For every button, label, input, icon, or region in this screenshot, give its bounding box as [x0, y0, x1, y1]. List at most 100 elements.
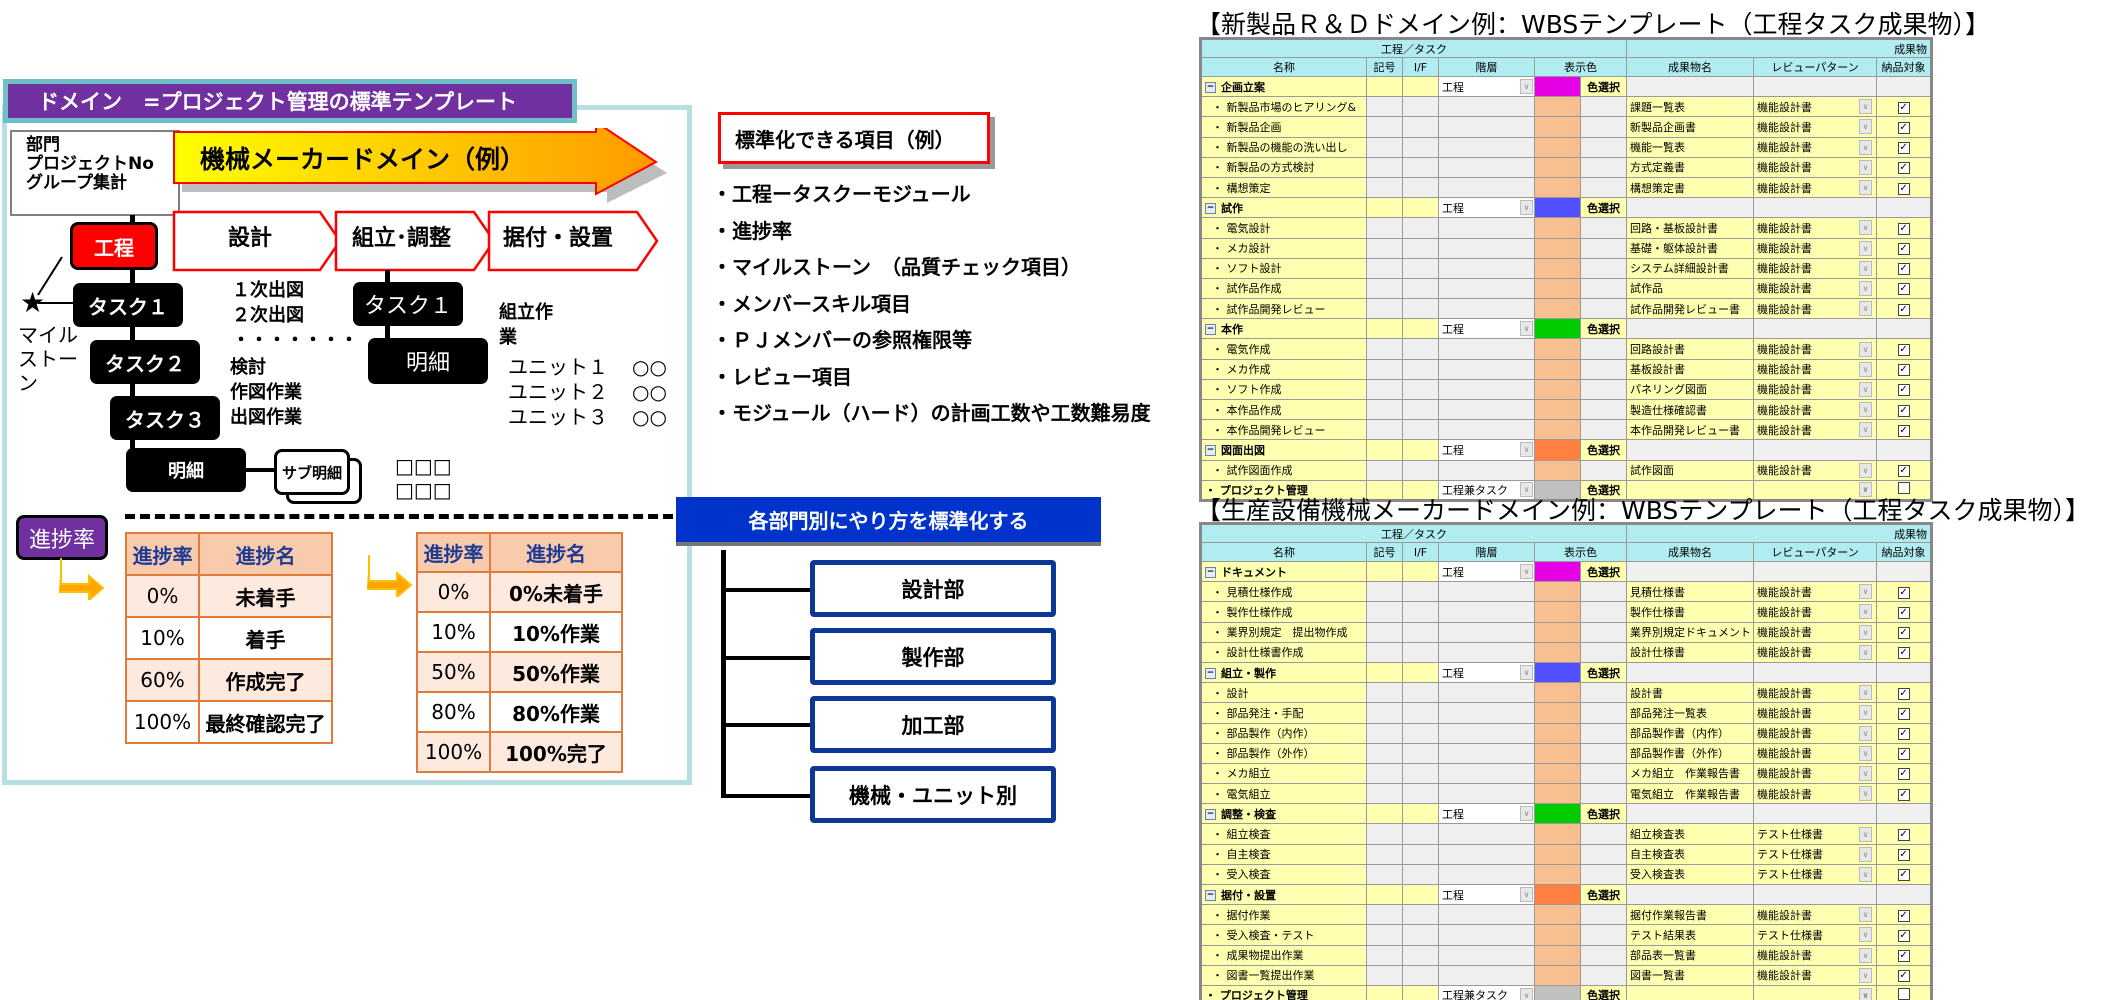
if-cell[interactable]	[1402, 984, 1439, 1000]
deliverable-name[interactable]: 試作図面	[1626, 459, 1755, 481]
review-pattern-cell[interactable]: 機能設計書 ∨	[1753, 277, 1878, 300]
symbol-cell[interactable]	[1366, 136, 1403, 158]
review-pattern-select[interactable]: テスト仕様書 ∨	[1757, 866, 1873, 882]
review-pattern-cell[interactable]: 機能設計書 ∨	[1753, 136, 1878, 158]
process-row[interactable]: ・ プロジェクト管理 工程兼タスク ∨ 色選択 ∨	[1200, 984, 1933, 1000]
symbol-cell[interactable]	[1366, 883, 1403, 906]
deliverable-name[interactable]: 回路設計書	[1626, 338, 1755, 360]
task-row[interactable]: ・ 業界別規定 提出物作成 業界別規定ドキュメント 機能設計書 ∨ ✓	[1200, 621, 1933, 643]
task-row[interactable]: ・ 成果物提出作業 部品表一覧書 機能設計書 ∨ ✓	[1200, 944, 1933, 966]
if-cell[interactable]	[1402, 237, 1439, 259]
review-pattern-cell[interactable]: 機能設計書 ∨	[1753, 419, 1878, 441]
if-cell[interactable]	[1402, 197, 1439, 219]
symbol-cell[interactable]	[1366, 762, 1403, 785]
task-row[interactable]: ・ 据付作業 据付作業報告書 機能設計書 ∨ ✓	[1200, 904, 1933, 926]
symbol-cell[interactable]	[1366, 419, 1403, 441]
symbol-cell[interactable]	[1366, 581, 1403, 603]
review-pattern-cell[interactable]: テスト仕様書 ∨	[1753, 924, 1878, 946]
if-cell[interactable]	[1402, 924, 1439, 946]
level-select[interactable]: 工程 ∨	[1439, 198, 1534, 217]
review-pattern-cell[interactable]: 機能設計書 ∨	[1753, 702, 1878, 724]
review-pattern-select[interactable]: 機能設計書 ∨	[1757, 745, 1873, 761]
review-pattern-cell[interactable]: ∨	[1753, 984, 1878, 1000]
review-pattern-select[interactable]: 機能設計書 ∨	[1757, 584, 1873, 600]
if-cell[interactable]	[1402, 298, 1439, 320]
deliverable-name[interactable]: 部品製作書（内作）	[1626, 722, 1755, 744]
process-row[interactable]: − 組立・製作 工程 ∨ 色選択	[1200, 661, 1933, 684]
chevron-down-icon[interactable]: ∨	[1859, 866, 1873, 882]
task-row[interactable]: ・ 新製品企画 新製品企画書 機能設計書 ∨ ✓	[1200, 116, 1933, 138]
task-row[interactable]: ・ 受入検査・テスト テスト結果表 テスト仕様書 ∨ ✓	[1200, 924, 1933, 946]
chevron-down-icon[interactable]: ∨	[1859, 119, 1873, 135]
checkbox-checked[interactable]: ✓	[1897, 243, 1910, 256]
if-cell[interactable]	[1402, 863, 1439, 886]
deliverable-name[interactable]: 試作品開発レビュー書	[1626, 298, 1755, 320]
process-row[interactable]: − 試作 工程 ∨ 色選択	[1200, 197, 1933, 219]
task-row[interactable]: ・ ソフト設計 システム詳細設計書 機能設計書 ∨ ✓	[1200, 257, 1933, 279]
if-cell[interactable]	[1402, 661, 1439, 684]
symbol-cell[interactable]	[1366, 116, 1403, 138]
if-cell[interactable]	[1402, 581, 1439, 603]
if-cell[interactable]	[1402, 156, 1439, 178]
checkbox-checked[interactable]: ✓	[1897, 869, 1910, 882]
if-cell[interactable]	[1402, 883, 1439, 906]
checkbox-checked[interactable]: ✓	[1897, 970, 1910, 983]
checkbox-checked[interactable]: ✓	[1897, 929, 1910, 942]
deliverable-name[interactable]: 部品製作書（外作）	[1626, 742, 1755, 764]
deliverable-name[interactable]: 設計仕様書	[1626, 641, 1755, 663]
if-cell[interactable]	[1402, 439, 1439, 461]
review-pattern-select[interactable]: テスト仕様書 ∨	[1757, 927, 1873, 943]
color-select-button[interactable]: 色選択	[1579, 75, 1628, 98]
symbol-cell[interactable]	[1366, 964, 1403, 986]
level-select[interactable]: 工程 ∨	[1439, 562, 1534, 581]
if-cell[interactable]	[1402, 682, 1439, 704]
level-select[interactable]: 工程 ∨	[1439, 804, 1534, 823]
deliverable-name[interactable]: 受入検査表	[1626, 863, 1755, 886]
deliverable-name[interactable]: 新製品企画書	[1626, 116, 1755, 138]
chevron-down-icon[interactable]: ∨	[1520, 806, 1533, 822]
task-row[interactable]: ・ 電気設計 回路・基板設計書 機能設計書 ∨ ✓	[1200, 217, 1933, 239]
chevron-down-icon[interactable]: ∨	[1859, 584, 1873, 600]
review-pattern-cell[interactable]: 機能設計書 ∨	[1753, 964, 1878, 986]
collapse-icon[interactable]: −	[1205, 567, 1216, 579]
task-row[interactable]: ・ 設計仕様書作成 設計仕様書 機能設計書 ∨ ✓	[1200, 641, 1933, 663]
task-row[interactable]: ・ 電気組立 電気組立 作業報告書 機能設計書 ∨ ✓	[1200, 783, 1933, 805]
review-pattern-select[interactable]: 機能設計書 ∨	[1757, 624, 1873, 640]
deliverable-name[interactable]: 基礎・躯体設計書	[1626, 237, 1755, 259]
symbol-cell[interactable]	[1366, 783, 1403, 805]
checkbox-checked[interactable]: ✓	[1897, 142, 1910, 155]
checkbox-checked[interactable]: ✓	[1897, 586, 1910, 599]
collapse-icon[interactable]: −	[1205, 445, 1216, 457]
review-pattern-select[interactable]: 機能設計書 ∨	[1757, 341, 1873, 357]
if-cell[interactable]	[1402, 904, 1439, 926]
process-row[interactable]: − ドキュメント 工程 ∨ 色選択	[1200, 560, 1933, 583]
deliverable-name[interactable]: 図書一覧書	[1626, 964, 1755, 986]
checkbox-checked[interactable]: ✓	[1897, 748, 1910, 761]
symbol-cell[interactable]	[1366, 459, 1403, 481]
level-cell[interactable]: 工程 ∨	[1438, 661, 1535, 684]
symbol-cell[interactable]	[1366, 682, 1403, 704]
symbol-cell[interactable]	[1366, 904, 1403, 926]
review-pattern-select[interactable]: 機能設計書 ∨	[1757, 159, 1873, 175]
collapse-icon[interactable]: −	[1205, 324, 1216, 336]
review-pattern-select[interactable]: 機能設計書 ∨	[1757, 260, 1873, 276]
review-pattern-cell[interactable]: 機能設計書 ∨	[1753, 116, 1878, 138]
process-row[interactable]: − 図面出図 工程 ∨ 色選択	[1200, 439, 1933, 461]
if-cell[interactable]	[1402, 358, 1439, 380]
task-row[interactable]: ・ 組立検査 組立検査表 テスト仕様書 ∨ ✓	[1200, 823, 1933, 845]
checkbox-checked[interactable]: ✓	[1897, 768, 1910, 781]
if-cell[interactable]	[1402, 217, 1439, 239]
checkbox-checked[interactable]: ✓	[1897, 707, 1910, 720]
chevron-down-icon[interactable]: ∨	[1859, 604, 1873, 620]
if-cell[interactable]	[1402, 964, 1439, 986]
if-cell[interactable]	[1402, 742, 1439, 764]
checkbox-checked[interactable]: ✓	[1897, 182, 1910, 195]
chevron-down-icon[interactable]: ∨	[1859, 846, 1873, 862]
process-row[interactable]: − 調整・検査 工程 ∨ 色選択	[1200, 803, 1933, 825]
deliverable-name[interactable]: 業界別規定ドキュメント	[1626, 621, 1755, 643]
chevron-down-icon[interactable]: ∨	[1859, 967, 1873, 983]
chevron-down-icon[interactable]: ∨	[1520, 987, 1533, 1000]
review-pattern-select[interactable]: 機能設計書 ∨	[1757, 705, 1873, 721]
task-row[interactable]: ・ 本作品作成 製造仕様確認書 機能設計書 ∨ ✓	[1200, 398, 1933, 421]
level-select[interactable]: 工程 ∨	[1439, 885, 1534, 904]
